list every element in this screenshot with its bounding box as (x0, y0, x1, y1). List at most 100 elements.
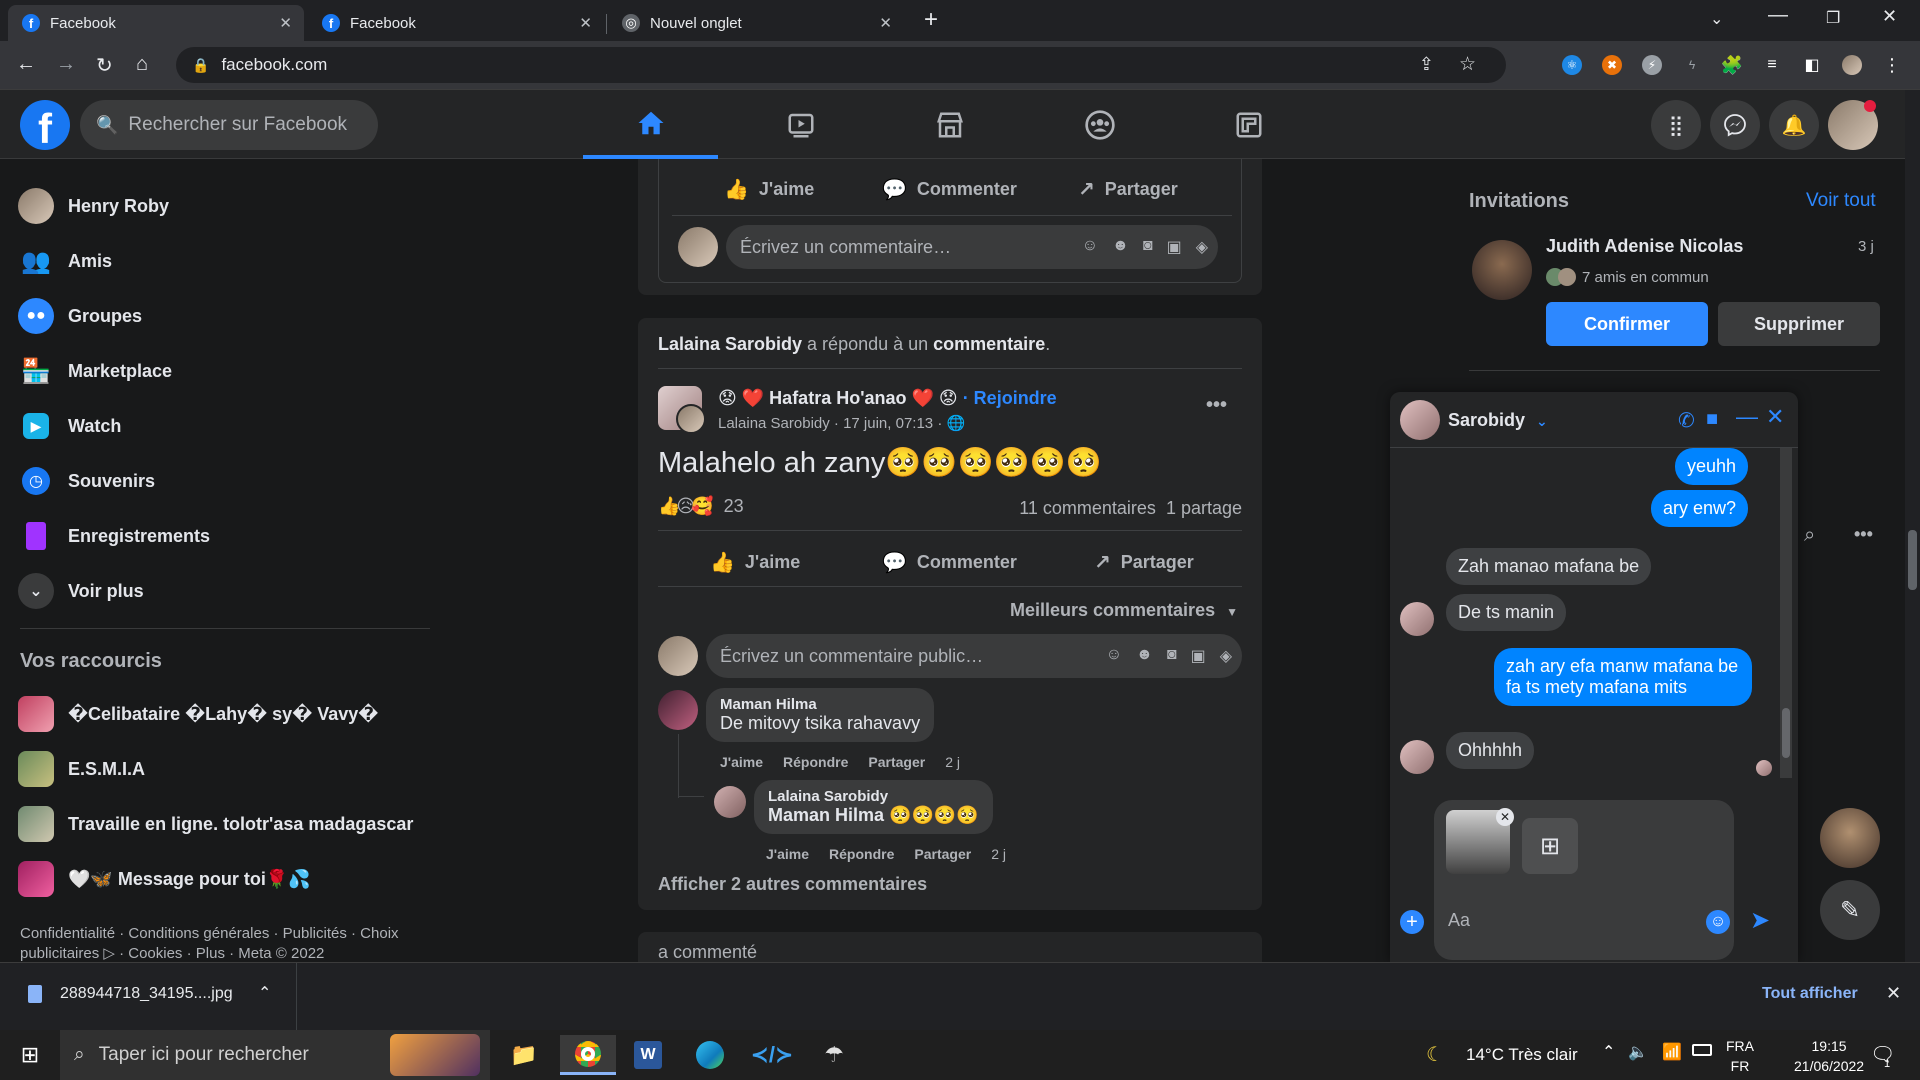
sidebar-item-saved[interactable]: Enregistrements (18, 514, 210, 558)
close-download-bar-icon[interactable]: ✕ (1886, 983, 1901, 1004)
facebook-logo-icon[interactable]: f (20, 100, 70, 150)
back-icon[interactable]: ← (16, 53, 36, 76)
comment-input[interactable]: Écrivez un commentaire… ☺ ☻ ◙ ▣ ◈ (726, 225, 1218, 269)
tab-marketplace[interactable] (882, 90, 1017, 159)
mutual-friends[interactable]: 7 amis en commun (1546, 268, 1709, 286)
shares-count[interactable]: 1 partage (1166, 498, 1242, 519)
browser-tab[interactable]: ◎ Nouvel onglet ✕ (608, 5, 904, 41)
file-explorer-icon[interactable]: 📁 (496, 1035, 552, 1075)
close-tab-icon[interactable]: ✕ (279, 14, 292, 32)
comment-author[interactable]: Lalaina Sarobidy (768, 788, 979, 805)
menu-grid-icon[interactable]: ⣿ (1651, 100, 1701, 150)
sidebar-item-memories[interactable]: ◷ Souvenirs (18, 459, 155, 503)
chat-contact[interactable]: Sarobidy ⌄ (1448, 410, 1548, 431)
emoji-icon[interactable]: ☺ (1706, 910, 1730, 934)
comment-like-link[interactable]: J'aime (766, 846, 809, 862)
avatar[interactable] (658, 690, 698, 730)
messenger-icon[interactable] (1710, 100, 1760, 150)
join-link[interactable]: · Rejoindre (963, 388, 1057, 408)
extension-orange-icon[interactable]: ✖ (1602, 55, 1622, 75)
chat-scrollbar[interactable] (1780, 448, 1792, 778)
weather-text[interactable]: 14°C Très clair (1466, 1045, 1578, 1065)
app-icon[interactable]: ☂ (806, 1035, 862, 1075)
edge-icon[interactable] (682, 1035, 738, 1075)
avatar[interactable] (1400, 400, 1440, 440)
notifications-bell-icon[interactable]: 🔔 (1769, 100, 1819, 150)
tab-gaming[interactable] (1181, 90, 1316, 159)
shortcut-item[interactable]: Travaille en ligne. tolotr'asa madagasca… (18, 802, 413, 846)
show-all-downloads-button[interactable]: Tout afficher (1762, 985, 1858, 1003)
comment-time[interactable]: 2 j (991, 846, 1006, 862)
invite-name[interactable]: Judith Adenise Nicolas (1546, 236, 1743, 257)
sticker-icon[interactable]: ◈ (1196, 237, 1208, 257)
like-button[interactable]: 👍 J'aime (724, 177, 814, 202)
shortcut-item[interactable]: 🤍🦋 Message pour toi🌹💦 (18, 857, 311, 901)
activity-name[interactable]: Lalaina Sarobidy (658, 334, 802, 354)
download-filename[interactable]: 288944718_34195....jpg (60, 985, 233, 1003)
url-field[interactable]: 🔒 facebook.com ⇪ ☆ (176, 47, 1506, 83)
restore-icon[interactable]: ❐ (1826, 8, 1840, 28)
like-button[interactable]: 👍 J'aime (710, 550, 800, 575)
avatar[interactable] (1472, 240, 1532, 300)
reactions-summary[interactable]: 👍😥🥰 23 (658, 496, 744, 517)
extension-flash-icon[interactable]: ϟ (1682, 55, 1702, 75)
gif-icon[interactable]: ▣ (1167, 237, 1182, 257)
extension-bolt-icon[interactable]: ⚡ (1642, 55, 1662, 75)
phone-call-icon[interactable]: ✆ (1678, 408, 1695, 433)
add-file-icon[interactable]: ⊞ (1522, 818, 1578, 874)
shortcut-item[interactable]: E.S.M.I.A (18, 747, 145, 791)
new-message-icon[interactable]: ✎ (1820, 880, 1880, 940)
avatar[interactable] (676, 404, 706, 434)
plus-icon[interactable]: + (1400, 910, 1424, 934)
close-chat-icon[interactable]: ✕ (1766, 404, 1784, 430)
remove-attachment-icon[interactable]: ✕ (1496, 808, 1514, 826)
comment-share-link[interactable]: Partager (914, 846, 971, 862)
profile-avatar[interactable] (1842, 55, 1862, 75)
group-name[interactable]: 😟 ❤️ Hafatra Ho'anao ❤️ 😟 (718, 388, 958, 408)
minimize-chat-icon[interactable]: — (1736, 404, 1758, 430)
notifications-icon[interactable]: 🗨 (1870, 1042, 1895, 1067)
bookmark-star-icon[interactable]: ☆ (1459, 53, 1476, 76)
comment-button[interactable]: 💬 Commenter (882, 177, 1017, 202)
language-indicator[interactable]: FRA FR (1726, 1036, 1754, 1076)
send-icon[interactable]: ➤ (1750, 906, 1770, 935)
sidebar-item-watch[interactable]: ▶ Watch (18, 404, 121, 448)
window-close-icon[interactable]: ✕ (1882, 6, 1897, 27)
share-icon[interactable]: ⇪ (1419, 54, 1434, 75)
sidebar-item-profile[interactable]: Henry Roby (18, 184, 169, 228)
extensions-puzzle-icon[interactable]: 🧩 (1721, 55, 1743, 75)
new-tab-icon[interactable]: + (924, 6, 938, 34)
emoji-icon[interactable]: ☻ (1136, 646, 1153, 666)
avatar-sticker-icon[interactable]: ☺ (1106, 646, 1122, 666)
tab-watch[interactable] (733, 90, 868, 159)
scrollbar-thumb[interactable] (1782, 708, 1790, 758)
browser-tab[interactable]: f Facebook ✕ (8, 5, 304, 41)
more-options-icon[interactable]: ••• (1854, 524, 1873, 545)
more-options-icon[interactable]: ••• (1206, 394, 1227, 417)
close-tab-icon[interactable]: ✕ (579, 14, 592, 32)
sidebar-item-friends[interactable]: 👥 Amis (18, 239, 112, 283)
comment-author[interactable]: Maman Hilma (720, 696, 920, 713)
see-all-link[interactable]: Voir tout (1806, 190, 1876, 212)
sidebar-item-see-more[interactable]: ⌄ Voir plus (18, 569, 144, 613)
sidebar-item-marketplace[interactable]: 🏪 Marketplace (18, 349, 172, 393)
reload-icon[interactable]: ↻ (96, 53, 113, 78)
clock[interactable]: 19:15 21/06/2022 (1794, 1036, 1864, 1076)
home-icon[interactable]: ⌂ (136, 53, 148, 76)
word-icon[interactable]: W (620, 1035, 676, 1075)
sticker-icon[interactable]: ◈ (1220, 646, 1232, 666)
comment-like-link[interactable]: J'aime (720, 754, 763, 770)
comment-button[interactable]: 💬 Commenter (882, 550, 1017, 575)
facebook-search-input[interactable]: 🔍 Rechercher sur Facebook (80, 100, 378, 150)
share-button[interactable]: ↗ Partager (1094, 550, 1194, 575)
comment-sort-dropdown[interactable]: Meilleurs commentaires ▼ (1010, 600, 1238, 621)
more-comments-link[interactable]: Afficher 2 autres commentaires (658, 874, 927, 895)
comment-input[interactable]: Écrivez un commentaire public… ☺ ☻ ◙ ▣ ◈ (706, 634, 1242, 678)
windows-start-icon[interactable]: ⊞ (2, 1035, 58, 1075)
avatar[interactable] (678, 227, 718, 267)
comment-reply-link[interactable]: Répondre (783, 754, 848, 770)
camera-icon[interactable]: ◙ (1143, 237, 1153, 257)
tray-chevron-up-icon[interactable]: ⌃ (1602, 1042, 1615, 1062)
comment-reply-link[interactable]: Répondre (829, 846, 894, 862)
delete-button[interactable]: Supprimer (1718, 302, 1880, 346)
